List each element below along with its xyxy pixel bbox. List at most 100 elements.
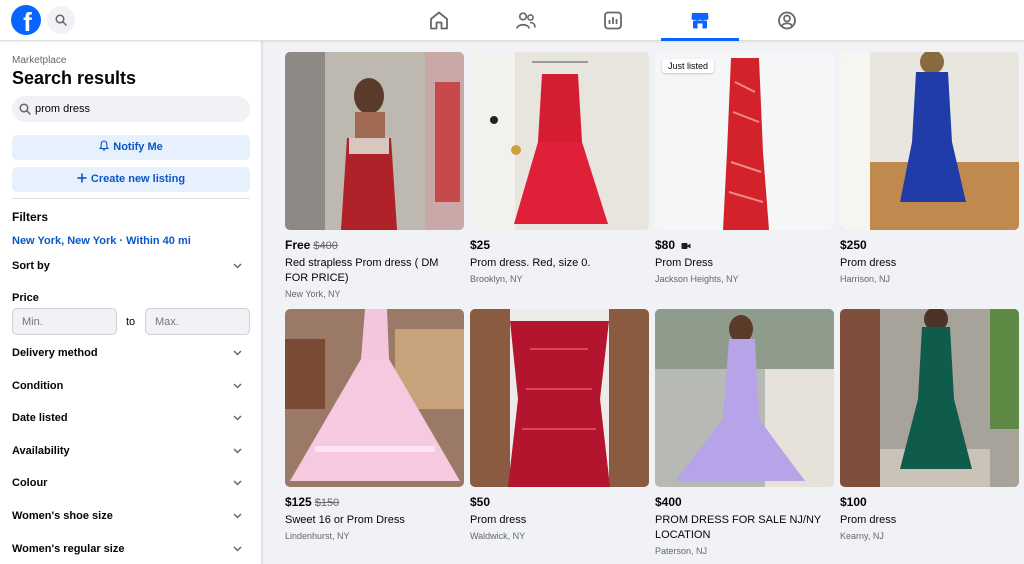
top-navigation-bar: f [0, 0, 1024, 41]
chevron-down-icon [233, 448, 242, 454]
listing-price: Free $400 [285, 238, 338, 252]
facebook-logo-icon[interactable]: f [11, 5, 41, 37]
friends-icon [516, 12, 536, 29]
listing-location: Paterson, NJ [655, 546, 708, 556]
plus-icon [77, 168, 87, 193]
listing-price: $25 [470, 238, 490, 252]
original-price: $400 [313, 240, 338, 252]
nav-tab-home[interactable] [400, 0, 478, 41]
filter-date-listed[interactable]: Date listed [12, 410, 250, 430]
listing-photo[interactable] [470, 52, 649, 230]
filter-womens-regular-size[interactable]: Women's regular size [12, 541, 250, 561]
filters-heading: Filters [12, 210, 49, 224]
price-value: $50 [470, 495, 491, 509]
listing-photo[interactable]: Just listed [655, 52, 834, 230]
listing-location: Lindenhurst, NY [285, 531, 350, 541]
listing-photo[interactable] [840, 52, 1019, 230]
listing-title: PROM DRESS FOR SALE NJ/NY LOCATION [655, 514, 822, 541]
chevron-down-icon [233, 383, 242, 389]
divider [12, 198, 250, 199]
listing-price: $250 [840, 238, 867, 252]
chevron-down-icon [233, 513, 242, 519]
notify-me-label: Notify Me [113, 141, 163, 153]
chevron-down-icon [233, 350, 242, 356]
listing-photo[interactable] [840, 309, 1019, 487]
filter-label: Availability [12, 445, 70, 457]
listing-photo[interactable] [470, 309, 649, 487]
search-field[interactable] [12, 96, 250, 122]
filter-label: Date listed [12, 412, 68, 424]
filter-womens-shoe-size[interactable]: Women's shoe size [12, 508, 250, 528]
listing-title: Prom Dress [655, 257, 714, 269]
listing-location: Brooklyn, NY [470, 274, 523, 284]
listing-location: New York, NY [285, 289, 341, 299]
filter-availability[interactable]: Availability [12, 443, 250, 463]
sidebar: Marketplace Search results Notify Me Cre… [0, 41, 262, 564]
create-listing-label: Create new listing [90, 173, 186, 185]
price-value: $125 [285, 495, 312, 509]
filter-label: Condition [12, 380, 64, 392]
listing-location: Harrison, NJ [840, 274, 891, 284]
create-listing-button[interactable]: Create new listing [12, 167, 250, 192]
listing-title: Prom dress [840, 514, 897, 526]
filter-colour[interactable]: Colour [12, 475, 250, 495]
price-max-input[interactable] [145, 308, 250, 335]
listing-title: Sweet 16 or Prom Dress [285, 514, 405, 526]
nav-tab-profile[interactable] [748, 0, 826, 41]
price-heading: Price [12, 292, 39, 304]
original-price: $150 [314, 497, 340, 509]
chevron-down-icon [233, 415, 242, 421]
filter-label: Colour [12, 477, 48, 489]
just-listed-badge: Just listed [662, 59, 715, 73]
listing-price: $50 [470, 495, 490, 509]
bell-icon [99, 136, 110, 161]
listing-title: Prom dress. Red, size 0. [470, 257, 591, 269]
price-value: $250 [840, 238, 867, 252]
price-value: $25 [470, 238, 491, 252]
listing-price: $80 [655, 238, 691, 253]
price-value: $100 [840, 495, 867, 509]
price-value: $400 [655, 495, 682, 509]
listing-price: $100 [840, 495, 867, 509]
listing-location: Waldwick, NY [470, 531, 526, 541]
page-title: Search results [12, 68, 137, 88]
search-icon [19, 103, 31, 115]
chevron-down-icon [233, 263, 242, 269]
nav-tab-marketplace[interactable] [661, 0, 739, 41]
price-to-label: to [126, 316, 136, 328]
home-icon [430, 11, 448, 30]
price-min-input[interactable] [12, 308, 117, 335]
chevron-down-icon [233, 546, 242, 552]
listing-photo[interactable] [285, 309, 464, 487]
price-value: Free [285, 238, 311, 252]
notify-me-button[interactable]: Notify Me [12, 135, 250, 160]
nav-tab-dashboard[interactable] [574, 0, 652, 41]
listing-title: Prom dress [840, 257, 897, 269]
filter-condition[interactable]: Condition [12, 378, 250, 398]
nav-tab-friends[interactable] [487, 0, 565, 41]
listing-title: Red strapless Prom dress ( DM FOR PRICE) [285, 257, 439, 284]
listing-location: Kearny, NJ [840, 531, 884, 541]
dashboard-icon [604, 11, 622, 30]
profile-circle-icon [778, 11, 796, 30]
listing-photo[interactable] [655, 309, 834, 487]
listing-location: Jackson Heights, NY [655, 274, 739, 284]
filter-label: Women's regular size [12, 543, 125, 555]
filter-label: Women's shoe size [12, 510, 113, 522]
listing-price: $125 $150 [285, 495, 339, 509]
location-filter-link[interactable]: New York, New York · Within 40 mi [12, 235, 191, 247]
price-value: $80 [655, 238, 676, 252]
chevron-down-icon [233, 480, 242, 486]
filter-delivery-method[interactable]: Delivery method [12, 345, 250, 365]
listing-price: $400 [655, 495, 682, 509]
search-icon[interactable] [47, 6, 75, 34]
breadcrumb[interactable]: Marketplace [12, 55, 66, 66]
filter-label: Delivery method [12, 347, 98, 359]
search-input[interactable] [35, 96, 240, 122]
video-camera-icon [681, 239, 691, 253]
sort-by-label: Sort by [12, 260, 50, 272]
listing-title: Prom dress [470, 514, 527, 526]
listing-photo[interactable] [285, 52, 464, 230]
sort-by-dropdown[interactable]: Sort by [12, 258, 250, 278]
marketplace-icon [691, 13, 709, 29]
